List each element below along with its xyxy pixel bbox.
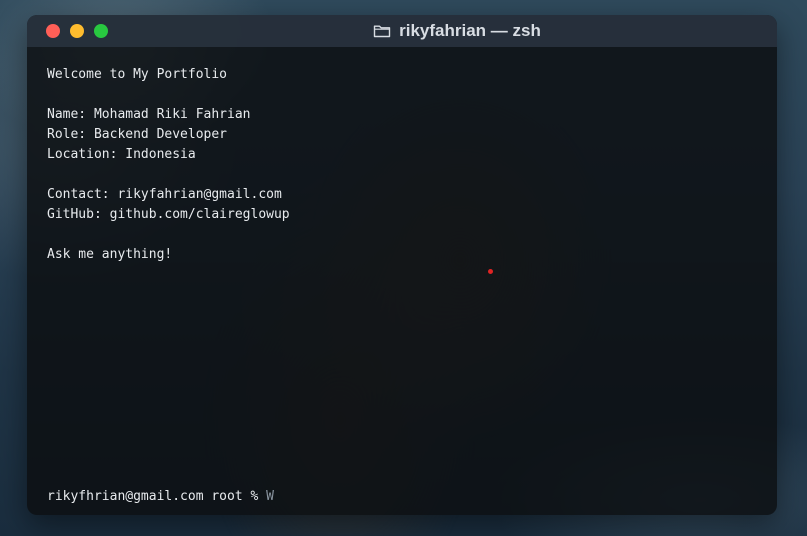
window-titlebar[interactable]: rikyfahrian — zsh [27, 15, 777, 47]
window-title: rikyfahrian — zsh [399, 21, 541, 40]
prompt-text: rikyfhrian@gmail.com root % [47, 489, 267, 504]
terminal-output[interactable]: Welcome to My Portfolio Name: Mohamad Ri… [27, 47, 777, 504]
contact-line: Contact: rikyfahrian@gmail.com [47, 187, 282, 202]
window-title-group: rikyfahrian — zsh [27, 15, 777, 47]
github-line: GitHub: github.com/claireglowup [47, 207, 290, 222]
command-prompt[interactable]: rikyfhrian@gmail.com root % W [47, 487, 274, 507]
prompt-input[interactable]: W [266, 489, 274, 504]
welcome-line: Welcome to My Portfolio [47, 67, 228, 82]
name-line: Name: Mohamad Riki Fahrian [47, 107, 251, 122]
role-line: Role: Backend Developer [47, 127, 228, 142]
terminal-window: rikyfahrian — zsh Welcome to My Portfoli… [27, 15, 777, 515]
mouse-pointer-dot [488, 269, 493, 274]
folder-icon [373, 25, 391, 38]
location-line: Location: Indonesia [47, 147, 196, 162]
ask-line: Ask me anything! [47, 247, 173, 262]
